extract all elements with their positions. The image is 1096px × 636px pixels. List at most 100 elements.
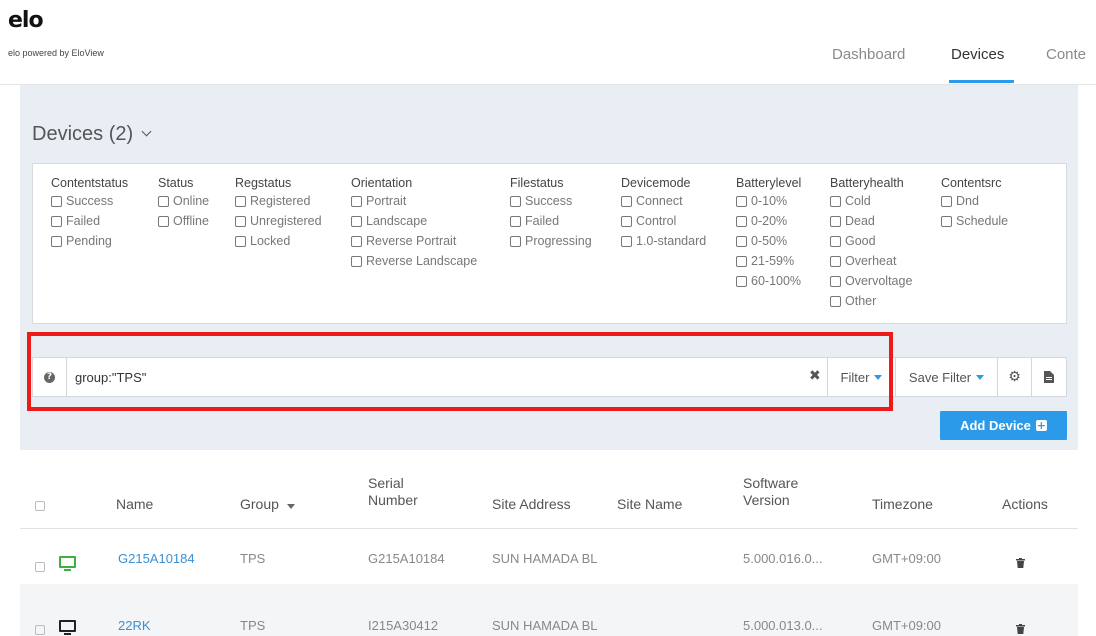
nav-tab-devices[interactable]: Devices [951, 46, 1004, 63]
checkbox[interactable] [736, 235, 747, 247]
trash-icon[interactable] [1016, 624, 1025, 634]
add-device-button[interactable]: Add Device + [940, 411, 1067, 440]
filter-option-dnd[interactable]: Dnd [941, 191, 1008, 211]
help-button[interactable]: ? [33, 358, 67, 396]
checkbox[interactable] [235, 195, 246, 207]
filter-option-overvoltage[interactable]: Overvoltage [830, 271, 912, 291]
devices-title-dropdown[interactable]: Devices (2) [32, 123, 152, 146]
filter-option-landscape[interactable]: Landscape [351, 211, 477, 231]
checkbox[interactable] [621, 195, 632, 207]
filter-option-60-100[interactable]: 60-100% [736, 271, 801, 291]
nav-tab-content[interactable]: Conte [1046, 46, 1086, 63]
checkbox[interactable] [830, 295, 841, 307]
filter-option-dead[interactable]: Dead [830, 211, 912, 231]
checkbox[interactable] [736, 255, 747, 267]
column-header-site-address[interactable]: Site Address [492, 496, 571, 513]
filter-option-registered[interactable]: Registered [235, 191, 322, 211]
filter-option-other[interactable]: Other [830, 291, 912, 311]
checkbox[interactable] [941, 215, 952, 227]
filter-option-locked[interactable]: Locked [235, 231, 322, 251]
filter-option-portrait[interactable]: Portrait [351, 191, 477, 211]
checkbox[interactable] [736, 195, 747, 207]
table-header-divider [20, 528, 1078, 529]
search-input[interactable] [75, 366, 795, 388]
trash-icon[interactable] [1016, 558, 1025, 568]
checkbox[interactable] [351, 255, 362, 267]
filter-option-reverse-landscape[interactable]: Reverse Landscape [351, 251, 477, 271]
column-header-name[interactable]: Name [116, 496, 153, 513]
checkbox[interactable] [351, 195, 362, 207]
select-all-checkbox[interactable] [35, 501, 45, 511]
filter-group-contentsrc: Contentsrc Dnd Schedule [941, 175, 1008, 231]
filter-option-schedule[interactable]: Schedule [941, 211, 1008, 231]
column-header-group[interactable]: Group [240, 496, 295, 513]
device-group: TPS [240, 618, 266, 633]
checkbox[interactable] [51, 235, 62, 247]
checkbox[interactable] [510, 215, 521, 227]
filter-option-success[interactable]: Success [51, 191, 128, 211]
search-bar: ? ✖ Filter [32, 357, 896, 397]
checkbox[interactable] [158, 215, 169, 227]
filter-option-pending[interactable]: Pending [51, 231, 128, 251]
checkbox[interactable] [235, 215, 246, 227]
filter-option-unregistered[interactable]: Unregistered [235, 211, 322, 231]
filter-option-control[interactable]: Control [621, 211, 706, 231]
filter-option-cold[interactable]: Cold [830, 191, 912, 211]
checkbox[interactable] [51, 195, 62, 207]
filter-option-failed[interactable]: Failed [510, 211, 592, 231]
checkbox[interactable] [830, 215, 841, 227]
device-timezone: GMT+09:00 [872, 551, 942, 566]
device-name-link[interactable]: G215A10184 [118, 551, 195, 566]
checkbox[interactable] [510, 195, 521, 207]
filter-option-success[interactable]: Success [510, 191, 592, 211]
filter-option-0-20[interactable]: 0-20% [736, 211, 801, 231]
filter-option-reverse-portrait[interactable]: Reverse Portrait [351, 231, 477, 251]
checkbox[interactable] [51, 215, 62, 227]
checkbox[interactable] [235, 235, 246, 247]
row-checkbox[interactable] [35, 562, 45, 572]
column-header-timezone[interactable]: Timezone [872, 496, 933, 513]
gear-icon: ⚙ [1008, 369, 1021, 385]
checkbox[interactable] [830, 195, 841, 207]
checkbox[interactable] [941, 195, 952, 207]
filter-dropdown-button[interactable]: Filter [827, 358, 895, 396]
filter-group-batteryhealth: Batteryhealth Cold Dead Good Overheat Ov… [830, 175, 912, 311]
filter-group-devicemode: Devicemode Connect Control 1.0-standard [621, 175, 706, 251]
checkbox[interactable] [830, 275, 841, 287]
settings-button[interactable]: ⚙ [998, 357, 1032, 397]
device-name-link[interactable]: 22RK [118, 618, 151, 633]
checkbox[interactable] [621, 235, 632, 247]
checkbox[interactable] [510, 235, 521, 247]
elo-logo[interactable]: elo [8, 8, 44, 33]
checkbox[interactable] [830, 255, 841, 267]
checkbox[interactable] [621, 215, 632, 227]
column-header-site-name[interactable]: Site Name [617, 496, 682, 513]
filter-option-overheat[interactable]: Overheat [830, 251, 912, 271]
filter-option-standard[interactable]: 1.0-standard [621, 231, 706, 251]
checkbox[interactable] [736, 275, 747, 287]
filter-option-21-59[interactable]: 21-59% [736, 251, 801, 271]
filter-option-0-50[interactable]: 0-50% [736, 231, 801, 251]
filter-option-failed[interactable]: Failed [51, 211, 128, 231]
row-checkbox[interactable] [35, 625, 45, 635]
filter-option-connect[interactable]: Connect [621, 191, 706, 211]
checkbox[interactable] [736, 215, 747, 227]
filter-option-0-10[interactable]: 0-10% [736, 191, 801, 211]
column-header-serial-number[interactable]: Serial Number [368, 475, 418, 509]
filter-group-label: Contentsrc [941, 176, 1002, 190]
export-button[interactable] [1032, 357, 1067, 397]
filter-option-good[interactable]: Good [830, 231, 912, 251]
nav-tab-dashboard[interactable]: Dashboard [832, 46, 905, 63]
filter-option-offline[interactable]: Offline [158, 211, 209, 231]
save-filter-button[interactable]: Save Filter [896, 357, 998, 397]
checkbox[interactable] [351, 235, 362, 247]
checkbox[interactable] [351, 215, 362, 227]
times-icon[interactable]: ✖ [809, 368, 821, 384]
checkbox[interactable] [158, 195, 169, 207]
filter-option-online[interactable]: Online [158, 191, 209, 211]
checkbox[interactable] [830, 235, 841, 247]
filter-panel: Contentstatus Success Failed Pending Sta… [32, 163, 1067, 324]
filter-group-status: Status Online Offline [158, 175, 209, 231]
column-header-software-version[interactable]: Software Version [743, 475, 798, 509]
filter-option-progressing[interactable]: Progressing [510, 231, 592, 251]
